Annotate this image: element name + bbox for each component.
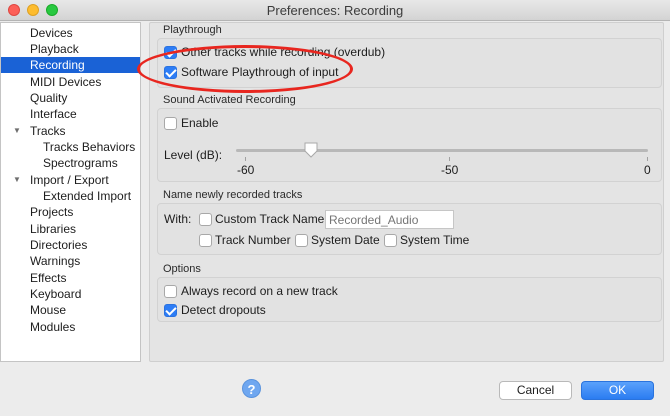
overdub-label: Other tracks while recording (overdub) (181, 45, 386, 59)
sidebar-item-directories[interactable]: Directories (1, 237, 140, 253)
slider-tick (647, 157, 648, 161)
software-playthrough-label: Software Playthrough of input (181, 65, 339, 79)
detect-dropouts-label: Detect dropouts (181, 303, 266, 317)
slider-tick-label: -50 (441, 163, 459, 177)
sidebar-item-spectrograms[interactable]: Spectrograms (1, 155, 140, 171)
sidebar-item-import-export[interactable]: ▼ Import / Export (1, 172, 140, 188)
sidebar-item-label: Directories (30, 238, 88, 252)
sidebar-item-label: Spectrograms (43, 156, 118, 170)
always-new-track-checkbox[interactable] (164, 285, 177, 298)
sidebar-item-label: Import / Export (30, 173, 109, 187)
sidebar-item-modules[interactable]: Modules (1, 319, 140, 335)
sidebar-item-warnings[interactable]: Warnings (1, 253, 140, 269)
system-time-checkbox[interactable] (384, 234, 397, 247)
custom-track-name-label: Custom Track Name (215, 212, 325, 226)
overdub-checkbox[interactable] (164, 46, 177, 59)
sidebar-item-label: Devices (30, 26, 73, 40)
sidebar-item-devices[interactable]: Devices (1, 25, 140, 41)
sidebar-item-label: Extended Import (43, 189, 132, 203)
sidebar-item-label: Keyboard (30, 287, 82, 301)
sidebar-item-label: Libraries (30, 222, 77, 236)
software-playthrough-checkbox[interactable] (164, 66, 177, 79)
sidebar-item-label: Playback (30, 42, 79, 56)
level-slider-knob[interactable] (304, 142, 318, 158)
track-number-checkbox[interactable] (199, 234, 212, 247)
custom-track-name-input[interactable] (325, 210, 454, 229)
sidebar-item-label: Tracks (30, 124, 66, 138)
slider-tick-label: -60 (237, 163, 255, 177)
sidebar-item-extended-import[interactable]: Extended Import (1, 188, 140, 204)
sidebar-item-label: Modules (30, 320, 76, 334)
slider-tick (245, 157, 246, 161)
sidebar-item-tracks-behaviors[interactable]: Tracks Behaviors (1, 139, 140, 155)
sidebar-item-quality[interactable]: Quality (1, 90, 140, 106)
sound-activated-group (157, 108, 662, 182)
custom-track-name-checkbox[interactable] (199, 213, 212, 226)
sidebar-item-mouse[interactable]: Mouse (1, 302, 140, 318)
sidebar-item-tracks[interactable]: ▼ Tracks (1, 123, 140, 139)
system-date-checkbox[interactable] (295, 234, 308, 247)
system-date-label: System Date (311, 233, 380, 247)
track-number-label: Track Number (215, 233, 291, 247)
preferences-sidebar: Devices Playback Recording MIDI Devices … (0, 22, 141, 362)
sidebar-item-keyboard[interactable]: Keyboard (1, 286, 140, 302)
sidebar-item-effects[interactable]: Effects (1, 270, 140, 286)
sidebar-item-label: Interface (30, 107, 77, 121)
sound-activated-enable-checkbox[interactable] (164, 117, 177, 130)
slider-tick-label: 0 (644, 163, 651, 177)
level-label: Level (dB): (164, 148, 223, 162)
title-bar: Preferences: Recording (0, 0, 670, 21)
sidebar-item-midi-devices[interactable]: MIDI Devices (1, 74, 140, 90)
system-time-label: System Time (400, 233, 470, 247)
always-new-track-label: Always record on a new track (181, 284, 338, 298)
sidebar-item-label: Effects (30, 271, 67, 285)
sound-activated-enable-label: Enable (181, 116, 219, 130)
sidebar-item-label: Tracks Behaviors (43, 140, 136, 154)
sidebar-item-playback[interactable]: Playback (1, 41, 140, 57)
disclosure-triangle-icon[interactable]: ▼ (13, 123, 21, 139)
options-group-title: Options (163, 263, 201, 275)
sidebar-item-label: Quality (30, 91, 68, 105)
naming-group-title: Name newly recorded tracks (163, 189, 303, 201)
help-icon[interactable]: ? (242, 379, 261, 398)
sidebar-item-label: Warnings (30, 254, 81, 268)
sound-activated-group-title: Sound Activated Recording (163, 94, 296, 106)
disclosure-triangle-icon[interactable]: ▼ (13, 172, 21, 188)
sidebar-item-label: Projects (30, 205, 74, 219)
cancel-button[interactable]: Cancel (499, 381, 572, 400)
sidebar-item-label: Recording (30, 58, 85, 72)
sidebar-item-recording[interactable]: Recording (1, 57, 140, 73)
sidebar-item-libraries[interactable]: Libraries (1, 221, 140, 237)
sidebar-item-label: MIDI Devices (30, 75, 102, 89)
sidebar-item-projects[interactable]: Projects (1, 204, 140, 220)
sidebar-item-label: Mouse (30, 303, 67, 317)
detect-dropouts-checkbox[interactable] (164, 304, 177, 317)
with-label: With: (164, 212, 192, 226)
level-slider-track[interactable] (236, 149, 648, 152)
window-title: Preferences: Recording (266, 3, 404, 18)
slider-tick (449, 157, 450, 161)
playthrough-group-title: Playthrough (163, 24, 222, 36)
ok-button[interactable]: OK (581, 381, 654, 400)
sidebar-item-interface[interactable]: Interface (1, 106, 140, 122)
